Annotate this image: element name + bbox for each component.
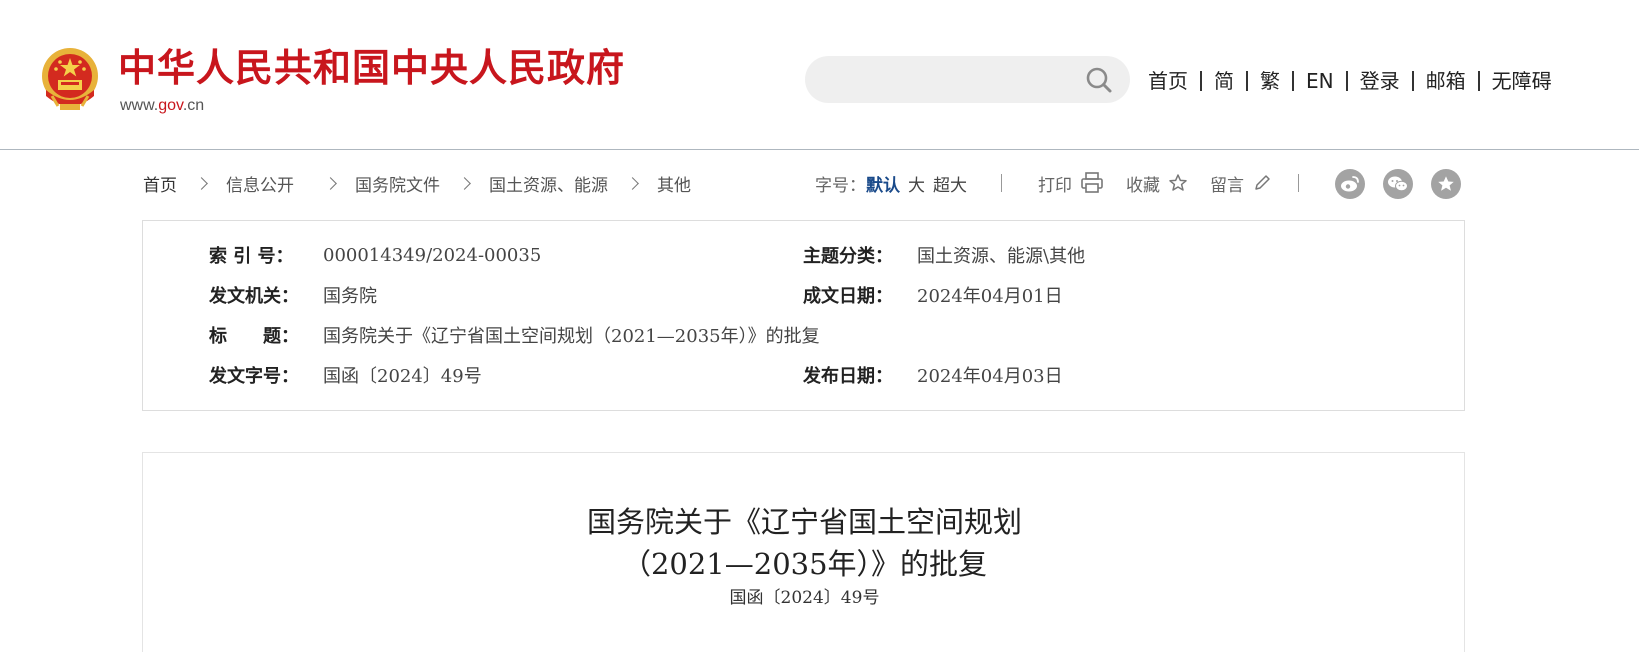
toolbar-divider [1001, 174, 1002, 192]
nav-login[interactable]: 登录 [1360, 66, 1400, 96]
index-no-value: 000014349/2024-00035 [323, 244, 542, 266]
breadcrumb-state-council-docs[interactable]: 国务院文件 [355, 171, 440, 196]
chevron-right-icon [626, 176, 639, 190]
favorite-button[interactable]: 收藏 [1126, 171, 1188, 196]
nav-separator [1246, 71, 1248, 91]
breadcrumb-info-disclosure[interactable]: 信息公开 [226, 171, 294, 196]
font-size-default[interactable]: 默认 [866, 171, 900, 196]
issuer-label: 发文机关： [209, 286, 299, 307]
font-size-large[interactable]: 大 [908, 171, 925, 196]
title-label: 标 题： [209, 326, 299, 347]
toolbar-divider [1298, 174, 1299, 192]
publish-date-value: 2024年04月03日 [917, 366, 1063, 387]
print-button[interactable]: 打印 [1038, 171, 1104, 196]
site-header: 中华人民共和国中央人民政府 www.gov.cn 首页 简 繁 EN 登录 邮箱… [0, 0, 1639, 150]
article-title-line-2: （2021—2035年）》的批复 [621, 547, 988, 581]
info-row-publish-date: 发布日期： 2024年04月03日 [803, 361, 1063, 389]
doc-no-value: 国函〔2024〕49号 [323, 366, 482, 387]
print-label: 打印 [1038, 175, 1072, 196]
info-row-issuer: 发文机关： 国务院 [209, 281, 377, 309]
search-icon[interactable] [1085, 66, 1113, 94]
article-doc-number: 国函〔2024〕49号 [729, 588, 880, 608]
info-row-index: 索 引 号： 000014349/2024-00035 [209, 241, 541, 269]
star-outline-icon [1169, 174, 1187, 191]
info-row-title: 标 题： 国务院关于《辽宁省国土空间规划（2021—2035年）》的批复 [209, 321, 820, 349]
site-title[interactable]: 中华人民共和国中央人民政府 [118, 44, 625, 92]
top-nav: 首页 简 繁 EN 登录 邮箱 无障碍 [1148, 66, 1552, 96]
article-title: 国务院关于《辽宁省国土空间规划 （2021—2035年）》的批复 [143, 501, 1466, 585]
article-title-line-1: 国务院关于《辽宁省国土空间规划 [586, 505, 1022, 539]
chevron-right-icon [458, 176, 471, 190]
weibo-glyph [1341, 176, 1359, 192]
nav-separator [1292, 71, 1294, 91]
title-value: 国务院关于《辽宁省国土空间规划（2021—2035年）》的批复 [323, 326, 820, 347]
breadcrumb-other[interactable]: 其他 [657, 171, 691, 196]
share-icons [1335, 169, 1479, 199]
font-size-label: 字号： [815, 175, 866, 196]
nav-separator [1200, 71, 1202, 91]
nav-accessibility[interactable]: 无障碍 [1492, 66, 1552, 96]
nav-separator [1411, 71, 1414, 91]
nav-simplified[interactable]: 简 [1214, 66, 1234, 96]
doc-no-label: 发文字号： [209, 366, 299, 387]
article-toolbar: 字号： 默认 大 超大 打印 收藏 留言 [815, 168, 1299, 198]
info-row-doc-no: 发文字号： 国函〔2024〕49号 [209, 361, 482, 389]
index-no-label: 索 引 号： [209, 246, 294, 267]
nav-separator [1345, 71, 1348, 91]
nav-home[interactable]: 首页 [1148, 66, 1188, 96]
chevron-right-icon [324, 176, 337, 190]
site-url-prefix: www. [120, 97, 159, 114]
nav-mail[interactable]: 邮箱 [1426, 66, 1466, 96]
wechat-icon[interactable] [1383, 169, 1413, 199]
breadcrumb: 首页 信息公开 国务院文件 国土资源、能源 其他 [143, 168, 691, 198]
site-url[interactable]: www.gov.cn [120, 96, 204, 116]
pencil-icon [1255, 175, 1270, 190]
site-url-suffix: .cn [182, 97, 205, 114]
nav-traditional[interactable]: 繁 [1260, 66, 1280, 96]
info-row-written-date: 成文日期： 2024年04月01日 [803, 281, 1063, 309]
weibo-icon[interactable] [1335, 169, 1365, 199]
star-icon[interactable] [1431, 169, 1461, 199]
font-size-extra-large[interactable]: 超大 [933, 171, 967, 196]
written-date-value: 2024年04月01日 [917, 286, 1063, 307]
nav-separator [1477, 71, 1480, 91]
topic-label: 主题分类： [803, 246, 893, 267]
comment-button[interactable]: 留言 [1210, 171, 1272, 196]
info-row-topic: 主题分类： 国土资源、能源\其他 [803, 241, 1085, 269]
printer-icon [1081, 172, 1103, 193]
article-content: 国务院关于《辽宁省国土空间规划 （2021—2035年）》的批复 国函〔2024… [142, 452, 1465, 652]
search-input[interactable] [825, 64, 1075, 95]
written-date-label: 成文日期： [803, 286, 893, 307]
issuer-value: 国务院 [323, 286, 377, 307]
site-url-accent: gov [158, 97, 183, 114]
topic-value: 国土资源、能源\其他 [917, 246, 1086, 267]
breadcrumb-home[interactable]: 首页 [143, 171, 177, 196]
search-box [805, 56, 1130, 103]
star-glyph [1438, 176, 1454, 191]
chevron-right-icon [195, 176, 208, 190]
document-info-table: 索 引 号： 000014349/2024-00035 主题分类： 国土资源、能… [142, 220, 1465, 411]
wechat-glyph [1388, 176, 1408, 192]
national-emblem-icon[interactable] [38, 46, 102, 114]
nav-english[interactable]: EN [1306, 66, 1334, 96]
comment-label: 留言 [1210, 175, 1244, 196]
publish-date-label: 发布日期： [803, 366, 893, 387]
breadcrumb-land-energy[interactable]: 国土资源、能源 [489, 171, 608, 196]
favorite-label: 收藏 [1126, 175, 1160, 196]
